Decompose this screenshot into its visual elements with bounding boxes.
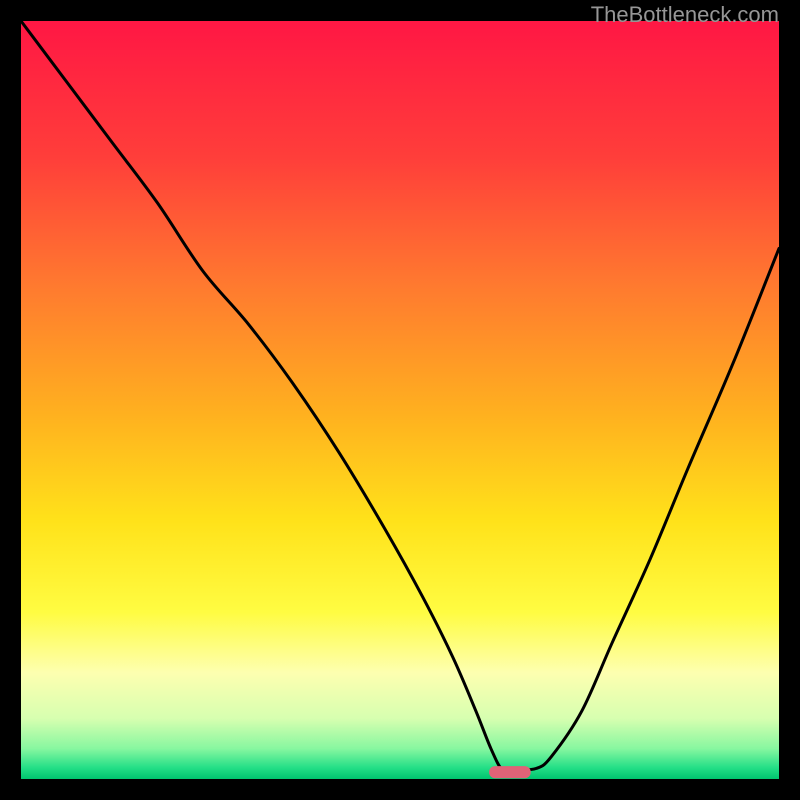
bottleneck-chart	[21, 21, 779, 779]
optimal-zone-marker	[489, 766, 531, 778]
gradient-background	[21, 21, 779, 779]
watermark-text: TheBottleneck.com	[591, 2, 779, 28]
chart-area	[21, 21, 779, 779]
